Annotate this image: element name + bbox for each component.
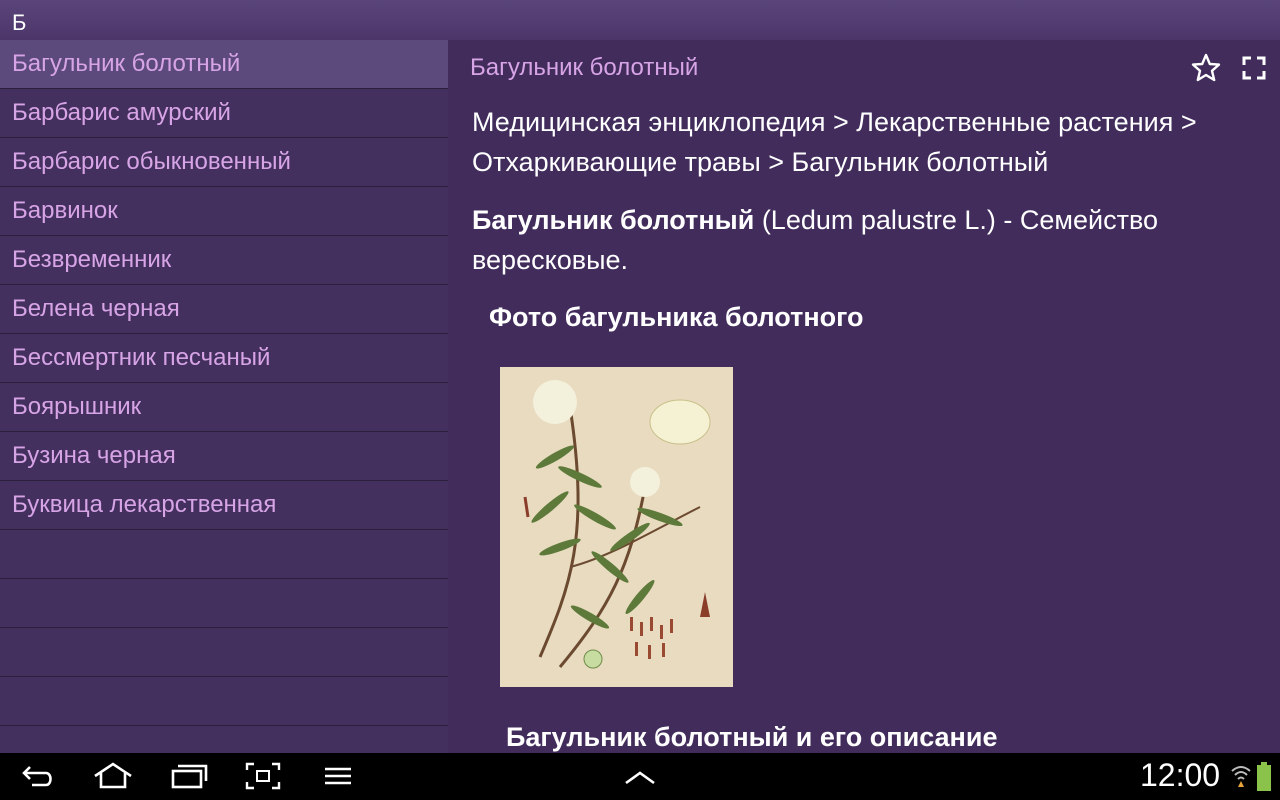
system-nav-bar: 12:00 xyxy=(0,753,1280,800)
list-item[interactable]: Багульник болотный xyxy=(0,40,448,89)
list-item-label: Бессмертник песчаный xyxy=(12,344,271,371)
breadcrumb: Медицинская энциклопедия > Лекарственные… xyxy=(472,102,1272,182)
list-item-label: Бузина черная xyxy=(12,442,176,469)
fullscreen-icon xyxy=(1242,56,1266,80)
list-item[interactable]: Боярышник xyxy=(0,383,448,432)
star-icon xyxy=(1191,53,1221,82)
list-item[interactable]: Бессмертник песчаный xyxy=(0,334,448,383)
favorite-button[interactable] xyxy=(1190,52,1222,84)
list-item-label: Багульник болотный xyxy=(12,50,241,77)
photo-heading: Фото багульника болотного xyxy=(489,302,864,332)
list-item-label: Барбарис амурский xyxy=(12,99,231,126)
list-item[interactable]: Белена черная xyxy=(0,285,448,334)
list-item-label: Буквица лекарственная xyxy=(12,491,277,518)
article-pane: Багульник болотный Медицинская энциклопе… xyxy=(448,40,1280,753)
plant-name: Багульник болотный xyxy=(472,205,755,235)
wifi-icon xyxy=(1230,763,1252,794)
back-icon xyxy=(22,766,52,787)
list-item[interactable]: Барвинок xyxy=(0,187,448,236)
list-item-label: Барвинок xyxy=(12,197,118,224)
expand-button[interactable] xyxy=(622,761,658,796)
list-item-label: Барбарис обыкновенный xyxy=(12,148,291,175)
top-bar: Б xyxy=(0,0,1280,40)
back-button[interactable] xyxy=(20,761,56,796)
breadcrumb-line[interactable]: Отхаркивающие травы > Багульник болотный xyxy=(472,142,1272,182)
empty-list-row xyxy=(0,579,448,628)
empty-list-row xyxy=(0,530,448,579)
list-item[interactable]: Бузина черная xyxy=(0,432,448,481)
recent-apps-icon xyxy=(171,764,208,789)
up-arrow-icon xyxy=(625,771,655,785)
section-heading: Багульник болотный и его описание xyxy=(506,722,998,752)
home-button[interactable] xyxy=(92,761,134,796)
home-icon xyxy=(94,762,132,789)
article-description: Багульник болотный (Ledum palustre L.) -… xyxy=(472,200,1252,280)
empty-list-row xyxy=(0,677,448,726)
list-item-label: Боярышник xyxy=(12,393,142,420)
list-item-label: Безвременник xyxy=(12,246,172,273)
clock: 12:00 xyxy=(1140,757,1221,793)
section-letter: Б xyxy=(12,10,27,35)
article-title: Багульник болотный xyxy=(470,54,699,81)
menu-button[interactable] xyxy=(322,761,354,796)
empty-list-row xyxy=(0,726,448,753)
battery-icon xyxy=(1256,762,1272,797)
recent-apps-button[interactable] xyxy=(170,761,208,796)
list-item[interactable]: Буквица лекарственная xyxy=(0,481,448,530)
screenshot-button[interactable] xyxy=(245,761,281,796)
plant-list: Багульник болотный Барбарис амурский Бар… xyxy=(0,40,448,753)
list-item[interactable]: Барбарис обыкновенный xyxy=(0,138,448,187)
empty-list-row xyxy=(0,628,448,677)
breadcrumb-line[interactable]: Медицинская энциклопедия > Лекарственные… xyxy=(472,102,1272,142)
screenshot-icon xyxy=(245,762,281,790)
list-item[interactable]: Барбарис амурский xyxy=(0,89,448,138)
list-item[interactable]: Безвременник xyxy=(0,236,448,285)
plant-illustration xyxy=(500,367,733,687)
menu-icon xyxy=(325,767,351,785)
list-item-label: Белена черная xyxy=(12,295,180,322)
fullscreen-button[interactable] xyxy=(1238,52,1270,84)
